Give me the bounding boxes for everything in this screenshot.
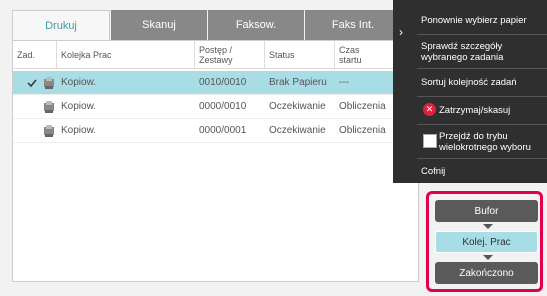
multi-select-label: Przejdź do trybu wielokrotnego wyboru: [439, 131, 531, 153]
copy-job-icon: [38, 95, 56, 118]
check-icon: [23, 71, 37, 94]
header-queue-label: Kolejka Prac: [61, 49, 112, 60]
job-queue-button[interactable]: Kolej. Prac: [435, 231, 538, 253]
arrow-down-icon: [483, 255, 493, 260]
action-menu: › Ponownie wybierz papier Sprawdź szczeg…: [393, 0, 547, 183]
job-status: Oczekiwanie: [269, 125, 326, 136]
menu-item-reselect-paper[interactable]: Ponownie wybierz papier: [393, 10, 547, 30]
menu-item-multi-select[interactable]: Przejdź do trybu wielokrotnego wyboru: [393, 128, 547, 156]
menu-divider: [417, 68, 547, 69]
tab-internet-fax[interactable]: Faks Int.: [305, 10, 401, 40]
copy-job-icon: [38, 119, 56, 142]
job-progress: 0000/0001: [199, 125, 247, 136]
header-queue: Kolejka Prac: [57, 41, 195, 68]
job-name: Kopiow.: [61, 101, 97, 112]
row-divider: [13, 142, 418, 143]
stop-icon: ✕: [423, 103, 436, 116]
job-name: Kopiow.: [61, 125, 97, 136]
tab-fax[interactable]: Faksow.: [208, 10, 304, 40]
copy-job-icon: [38, 71, 56, 94]
menu-divider: [417, 124, 547, 125]
job-list-selector: Bufor Kolej. Prac Zakończono: [426, 191, 543, 292]
header-status: Status: [265, 41, 335, 68]
checkbox-icon[interactable]: [423, 134, 437, 148]
table-row[interactable]: Kopiow. 0000/0010 Oczekiwanie Obliczenia: [13, 95, 418, 118]
job-progress: 0010/0010: [199, 77, 247, 88]
menu-item-stop-delete[interactable]: Zatrzymaj/skasuj: [393, 100, 547, 120]
tab-print[interactable]: Drukuj: [12, 10, 110, 41]
menu-item-back[interactable]: Cofnij: [393, 162, 547, 180]
menu-item-check-details[interactable]: Sprawdź szczegóły wybranego zadania: [393, 38, 547, 66]
completed-button[interactable]: Zakończono: [435, 262, 538, 284]
job-progress: 0000/0010: [199, 101, 247, 112]
mode-tabs: Drukuj Skanuj Faksow. Faks Int.: [12, 10, 417, 41]
header-progress-label: Postęp / Zestawy: [199, 44, 233, 65]
menu-item-sort-jobs[interactable]: Sortuj kolejność zadań: [393, 72, 547, 92]
job-status: Oczekiwanie: [269, 101, 326, 112]
tab-scan[interactable]: Skanuj: [111, 10, 207, 40]
header-job: Zad.: [13, 41, 57, 68]
table-row[interactable]: Kopiow. 0010/0010 Brak Papieru ---: [13, 71, 418, 94]
header-status-label: Status: [269, 49, 295, 60]
header-progress: Postęp / Zestawy: [195, 41, 265, 68]
stop-delete-label: Zatrzymaj/skasuj: [439, 104, 511, 116]
table-header: Zad. Kolejka Prac Postęp / Zestawy Statu…: [13, 41, 418, 69]
header-job-label: Zad.: [17, 49, 36, 60]
menu-divider: [417, 34, 547, 35]
arrow-down-icon: [483, 224, 493, 229]
header-start-time-label: Czas startu: [339, 44, 362, 65]
bufor-button[interactable]: Bufor: [435, 200, 538, 222]
job-name: Kopiow.: [61, 77, 97, 88]
table-row[interactable]: Kopiow. 0000/0001 Oczekiwanie Obliczenia: [13, 119, 418, 142]
menu-divider: [417, 96, 547, 97]
menu-divider: [417, 158, 547, 159]
job-status: Brak Papieru: [269, 77, 327, 88]
job-queue-panel: Zad. Kolejka Prac Postęp / Zestawy Statu…: [12, 40, 419, 282]
